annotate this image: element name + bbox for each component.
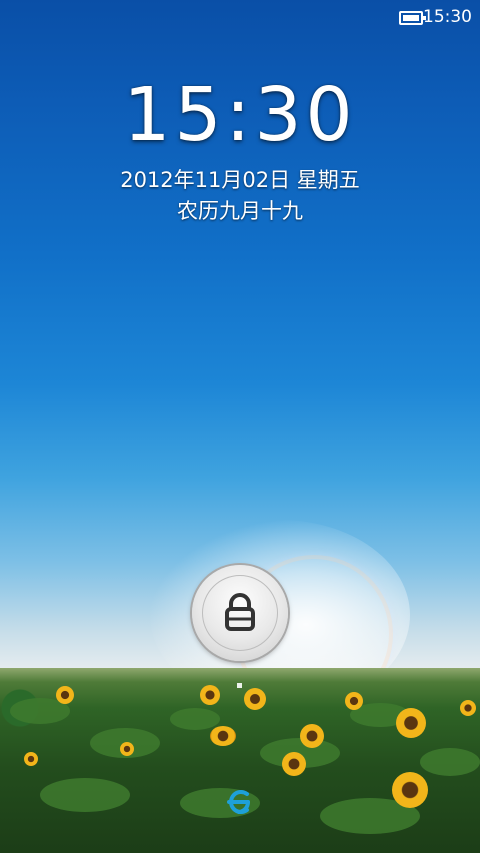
battery-full-icon: [399, 11, 426, 25]
lockscreen-lunar-date: 农历九月十九: [177, 199, 303, 223]
sunflower-field: [0, 668, 480, 853]
slide-indicator: [237, 683, 242, 688]
lockscreen-clock: 15:30: [123, 72, 357, 158]
status-time: 15:30: [423, 7, 472, 27]
unlock-handle[interactable]: [192, 565, 288, 661]
unlock-target-icon[interactable]: [223, 784, 253, 820]
lock-screen: 15:30 15:30 2012年11月02日 星期五 农历九月十九: [0, 0, 480, 853]
lock-icon: [225, 593, 255, 631]
lockscreen-date: 2012年11月02日 星期五: [120, 168, 360, 192]
unlock-handle-inner: [202, 575, 278, 651]
status-bar: 15:30: [0, 0, 480, 34]
